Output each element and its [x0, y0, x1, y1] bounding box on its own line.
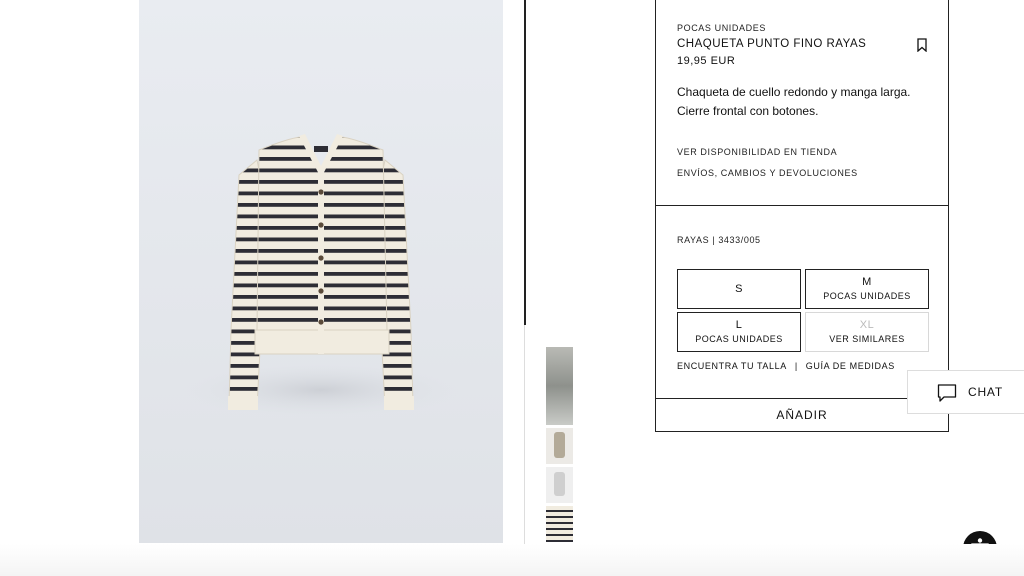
size-button-l[interactable]: L POCAS UNIDADES: [677, 312, 801, 352]
product-main-image[interactable]: [139, 0, 503, 543]
size-label: M: [862, 276, 872, 288]
product-info-panel: POCAS UNIDADES CHAQUETA PUNTO FINO RAYAS…: [655, 0, 949, 432]
thumbnail-2[interactable]: [546, 428, 573, 464]
thumbnail-strip: [546, 347, 573, 545]
cardigan-illustration: [171, 134, 471, 420]
product-price: 19,95 EUR: [677, 55, 736, 67]
bookmark-icon[interactable]: [916, 38, 928, 52]
size-button-xl[interactable]: XL VER SIMILARES: [805, 312, 929, 352]
shipping-returns-link[interactable]: ENVÍOS, CAMBIOS Y DEVOLUCIONES: [677, 168, 858, 178]
size-note: POCAS UNIDADES: [823, 291, 911, 301]
chat-icon: [937, 384, 957, 402]
size-links: ENCUENTRA TU TALLA | GUÍA DE MEDIDAS: [677, 361, 895, 371]
size-label: XL: [859, 319, 875, 331]
store-availability-link[interactable]: VER DISPONIBILIDAD EN TIENDA: [677, 147, 837, 157]
add-to-cart-button[interactable]: AÑADIR: [656, 398, 948, 432]
thumbnail-3[interactable]: [546, 467, 573, 503]
gallery-scroll-track: [524, 325, 525, 544]
size-button-s[interactable]: S: [677, 269, 801, 309]
product-title: CHAQUETA PUNTO FINO RAYAS: [677, 38, 867, 50]
thumbnail-1[interactable]: [546, 347, 573, 425]
size-note: VER SIMILARES: [829, 334, 905, 344]
size-guide-link[interactable]: GUÍA DE MEDIDAS: [806, 361, 895, 371]
color-reference: RAYAS | 3433/005: [677, 235, 761, 245]
product-description: Chaqueta de cuello redondo y manga larga…: [677, 85, 911, 118]
chat-button[interactable]: CHAT: [907, 370, 1024, 414]
size-note: POCAS UNIDADES: [695, 334, 783, 344]
panel-divider: [656, 205, 948, 206]
page-bottom-edge: [0, 544, 1024, 576]
stock-label: POCAS UNIDADES: [677, 23, 766, 33]
chat-label: CHAT: [968, 385, 1003, 399]
link-separator: |: [794, 361, 798, 371]
gallery-scroll-indicator[interactable]: [524, 0, 526, 325]
size-label: L: [735, 319, 743, 331]
size-label: S: [735, 283, 743, 295]
find-size-link[interactable]: ENCUENTRA TU TALLA: [677, 361, 787, 371]
size-button-m[interactable]: M POCAS UNIDADES: [805, 269, 929, 309]
thumbnail-4[interactable]: [546, 506, 573, 542]
